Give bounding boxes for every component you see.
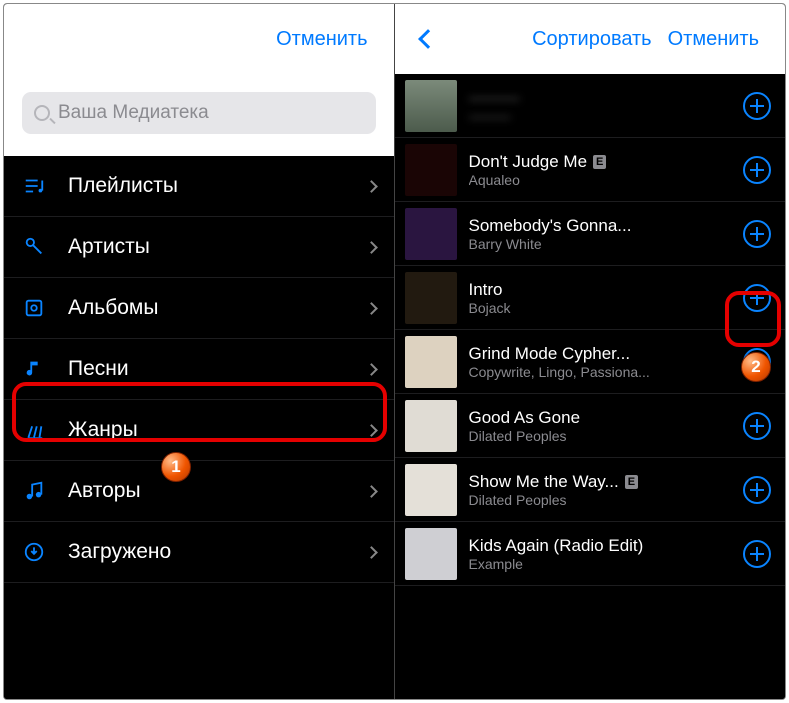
song-title: ———: [469, 88, 732, 108]
song-artist: Dilated Peoples: [469, 428, 732, 444]
cat-label: Альбомы: [68, 296, 158, 320]
song-title: Grind Mode Cypher...: [469, 344, 732, 364]
song-artist: Dilated Peoples: [469, 492, 732, 508]
add-button[interactable]: [743, 284, 771, 312]
album-art: [405, 528, 457, 580]
song-meta: ——————: [469, 88, 732, 124]
add-button[interactable]: [743, 476, 771, 504]
chevron-right-icon: [365, 302, 378, 315]
songs-list: —————— Don't Judge MeEAqualeo Somebody's G…: [395, 74, 786, 699]
song-title: Don't Judge MeE: [469, 152, 732, 172]
back-button[interactable]: [413, 28, 443, 50]
album-art: [405, 336, 457, 388]
song-row[interactable]: Somebody's Gonna...Barry White: [395, 202, 786, 266]
chevron-right-icon: [365, 180, 378, 193]
cat-albums[interactable]: Альбомы: [4, 278, 394, 339]
song-title: Kids Again (Radio Edit): [469, 536, 732, 556]
chevron-left-icon: [418, 29, 438, 49]
library-pane: Отменить Ваша Медиатека Плейлисты: [4, 4, 395, 699]
notes-icon: [22, 479, 46, 503]
chevron-right-icon: [365, 241, 378, 254]
mic-icon: [22, 235, 46, 259]
cat-songs[interactable]: Песни: [4, 339, 394, 400]
cancel-button[interactable]: Отменить: [268, 24, 375, 55]
left-header: Отменить: [4, 4, 394, 74]
search-input[interactable]: Ваша Медиатека: [22, 92, 376, 134]
album-art: [405, 464, 457, 516]
song-artist: Barry White: [469, 236, 732, 252]
note-icon: [22, 357, 46, 381]
annotation-badge-2: 2: [741, 352, 771, 382]
cat-downloaded[interactable]: Загружено: [4, 522, 394, 583]
search-placeholder: Ваша Медиатека: [58, 102, 209, 124]
cat-label: Песни: [68, 357, 129, 381]
add-button[interactable]: [743, 156, 771, 184]
song-meta: Don't Judge MeEAqualeo: [469, 152, 732, 188]
search-icon: [34, 105, 50, 121]
song-title: Somebody's Gonna...: [469, 216, 732, 236]
cat-label: Жанры: [68, 418, 138, 442]
song-meta: Grind Mode Cypher...Copywrite, Lingo, Pa…: [469, 344, 732, 380]
chevron-right-icon: [365, 546, 378, 559]
add-button[interactable]: [743, 412, 771, 440]
song-artist: Bojack: [469, 300, 732, 316]
search-wrap: Ваша Медиатека: [4, 74, 394, 156]
song-title: Good As Gone: [469, 408, 732, 428]
song-artist: Copywrite, Lingo, Passiona...: [469, 364, 732, 380]
song-row[interactable]: Kids Again (Radio Edit)Example: [395, 522, 786, 586]
songs-pane: Сортировать Отменить —————— Don't Judge M…: [395, 4, 786, 699]
explicit-badge: E: [625, 475, 638, 489]
cat-composers[interactable]: Авторы: [4, 461, 394, 522]
add-button[interactable]: [743, 540, 771, 568]
cancel-button[interactable]: Отменить: [660, 24, 767, 55]
cat-label: Плейлисты: [68, 174, 178, 198]
add-button[interactable]: [743, 220, 771, 248]
annotation-badge-1: 1: [161, 452, 191, 482]
song-artist: Example: [469, 556, 732, 572]
song-row[interactable]: Good As GoneDilated Peoples: [395, 394, 786, 458]
song-artist: ———: [469, 108, 732, 124]
explicit-badge: E: [593, 155, 606, 169]
album-art: [405, 208, 457, 260]
guitar-icon: [22, 418, 46, 442]
chevron-right-icon: [365, 424, 378, 437]
right-header: Сортировать Отменить: [395, 4, 786, 74]
album-art: [405, 400, 457, 452]
album-art: [405, 272, 457, 324]
cat-label: Загружено: [68, 540, 171, 564]
sort-button[interactable]: Сортировать: [524, 24, 660, 55]
song-row[interactable]: Show Me the Way...EDilated Peoples: [395, 458, 786, 522]
library-categories: Плейлисты Артисты Альбомы: [4, 156, 394, 699]
cat-label: Артисты: [68, 235, 150, 259]
cat-artists[interactable]: Артисты: [4, 217, 394, 278]
chevron-right-icon: [365, 363, 378, 376]
album-art: [405, 80, 457, 132]
cat-label: Авторы: [68, 479, 141, 503]
chevron-right-icon: [365, 485, 378, 498]
song-meta: IntroBojack: [469, 280, 732, 316]
song-meta: Kids Again (Radio Edit)Example: [469, 536, 732, 572]
song-meta: Somebody's Gonna...Barry White: [469, 216, 732, 252]
playlist-icon: [22, 174, 46, 198]
song-artist: Aqualeo: [469, 172, 732, 188]
song-row[interactable]: Don't Judge MeEAqualeo: [395, 138, 786, 202]
album-art: [405, 144, 457, 196]
song-title: Show Me the Way...E: [469, 472, 732, 492]
album-icon: [22, 296, 46, 320]
song-meta: Show Me the Way...EDilated Peoples: [469, 472, 732, 508]
cat-genres[interactable]: Жанры: [4, 400, 394, 461]
song-row[interactable]: Grind Mode Cypher...Copywrite, Lingo, Pa…: [395, 330, 786, 394]
download-icon: [22, 540, 46, 564]
song-meta: Good As GoneDilated Peoples: [469, 408, 732, 444]
song-row[interactable]: ——————: [395, 74, 786, 138]
cat-playlists[interactable]: Плейлисты: [4, 156, 394, 217]
add-button[interactable]: [743, 92, 771, 120]
song-title: Intro: [469, 280, 732, 300]
song-row[interactable]: IntroBojack: [395, 266, 786, 330]
